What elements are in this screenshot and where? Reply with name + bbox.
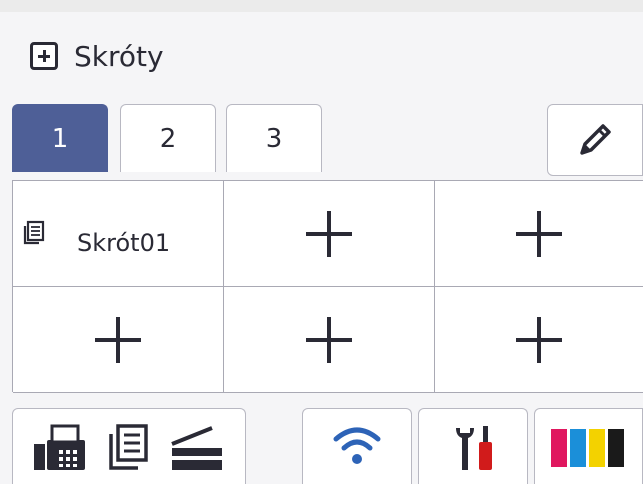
fax-icon [34, 424, 85, 470]
page-title: Skróty [74, 39, 164, 73]
add-shortcut-cell[interactable] [224, 181, 435, 287]
shortcut-cell-skrot01[interactable]: Skrót01 [13, 181, 224, 287]
add-shortcut-cell[interactable] [435, 181, 643, 287]
add-shortcut-cell[interactable] [13, 287, 224, 393]
pencil-icon [580, 124, 611, 155]
plus-icon [306, 210, 352, 257]
settings-button[interactable] [418, 408, 528, 484]
wifi-icon [333, 427, 381, 464]
tab-2[interactable]: 2 [120, 104, 216, 172]
tools-icon [456, 425, 492, 470]
ink-button[interactable] [534, 408, 643, 484]
tab-1[interactable]: 1 [12, 104, 108, 172]
plus-icon [306, 316, 352, 363]
plus-square-icon [30, 42, 58, 70]
plus-icon [516, 210, 562, 257]
ink-cartridges-icon [550, 428, 624, 467]
home-mode-button[interactable] [12, 408, 246, 484]
scan-icon [171, 425, 222, 470]
shortcut-label: Skrót01 [77, 229, 171, 257]
header: Skróty [30, 36, 164, 76]
shortcut-grid: Skrót01 [12, 180, 643, 393]
tab-label: 3 [265, 123, 283, 154]
add-shortcut-cell[interactable] [224, 287, 435, 393]
document-copy-icon [23, 220, 45, 245]
add-shortcut-cell[interactable] [435, 287, 643, 393]
tab-label: 1 [51, 123, 69, 154]
tab-label: 2 [159, 123, 177, 154]
copy-icon [109, 423, 148, 470]
plus-icon [516, 316, 562, 363]
plus-icon [95, 316, 141, 363]
tab-3[interactable]: 3 [226, 104, 322, 172]
wifi-button[interactable] [302, 408, 412, 484]
edit-button[interactable] [547, 104, 643, 176]
